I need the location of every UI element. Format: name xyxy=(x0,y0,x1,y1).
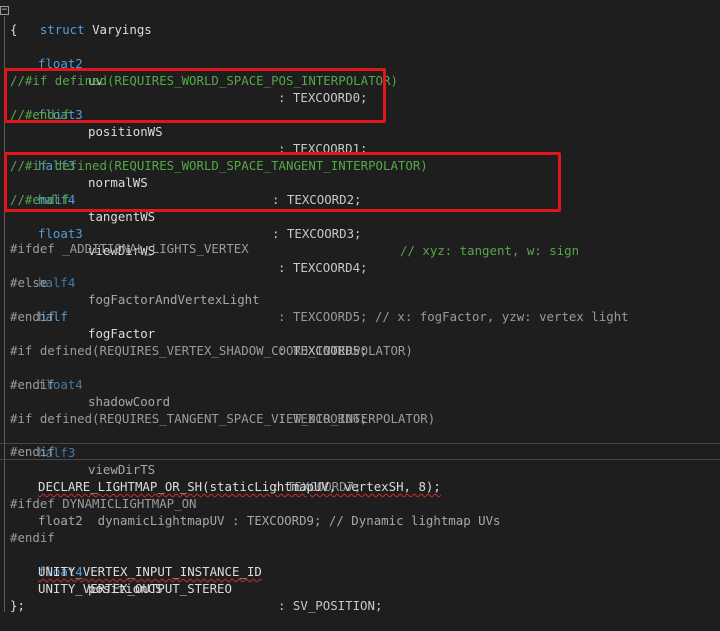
preprocessor-directive: #endif xyxy=(10,309,55,324)
code-line-2[interactable]: { xyxy=(10,21,17,38)
preprocessor-directive: #endif xyxy=(10,444,55,459)
preprocessor-directive: #if defined(REQUIRES_VERTEX_SHADOW_COORD… xyxy=(10,343,413,358)
preprocessor-directive: #endif xyxy=(10,377,55,392)
code-line-32[interactable]: #endif xyxy=(10,529,55,546)
macro-call: UNITY_VERTEX_INPUT_INSTANCE_ID xyxy=(38,564,262,579)
close-brace: }; xyxy=(10,598,25,613)
field-name: viewDirTS xyxy=(88,462,156,477)
code-line-23[interactable]: #endif xyxy=(10,376,55,393)
current-line-highlight xyxy=(0,443,720,460)
code-line-31[interactable]: float2 dynamicLightmapUV : TEXCOORD9; //… xyxy=(38,512,501,529)
field-name: positionWS xyxy=(88,124,163,139)
fold-toggle-icon[interactable]: − xyxy=(0,6,9,15)
code-line-18[interactable]: half fogFactor : TEXCOORD5; xyxy=(0,291,720,358)
code-line-19[interactable]: #endif xyxy=(10,308,55,325)
preprocessor-directive: #ifdef _ADDITIONAL_LIGHTS_VERTEX xyxy=(10,241,249,256)
macro-call: DECLARE_LIGHTMAP_OR_SH(staticLightmapUV,… xyxy=(38,479,441,494)
code-line-17[interactable]: #else xyxy=(10,274,47,291)
code-line-16[interactable]: half4 fogFactorAndVertexLight : TEXCOORD… xyxy=(0,257,720,324)
code-line-33[interactable]: float4 positionCS : SV_POSITION; xyxy=(0,546,720,613)
code-line-15[interactable]: #ifdef _ADDITIONAL_LIGHTS_VERTEX xyxy=(10,240,249,257)
code-editor[interactable]: − struct Varyings { float2 uv : TEXCOORD… xyxy=(0,0,720,622)
preprocessor-directive: #ifdef DYNAMICLIGHTMAP_ON xyxy=(10,496,197,511)
annotation-box-world-space-tangent xyxy=(4,152,561,212)
code-line-1[interactable]: struct Varyings xyxy=(10,4,152,37)
field-semantic: : TEXCOORD5; // x: fogFactor, yzw: verte… xyxy=(278,309,629,324)
macro-call: UNITY_VERTEX_OUTPUT_STEREO xyxy=(38,581,232,596)
code-line-22[interactable]: float4 shadowCoord : TEXCOORD6; xyxy=(0,359,720,426)
struct-name: Varyings xyxy=(92,22,152,37)
code-line-27[interactable]: #endif xyxy=(10,443,55,460)
field-name: fogFactor xyxy=(88,326,156,341)
open-brace: { xyxy=(10,22,18,37)
code-line-26[interactable]: half3 viewDirTS : TEXCOORD7; xyxy=(0,427,720,494)
annotation-box-world-space-pos xyxy=(4,68,386,123)
code-line-29[interactable]: DECLARE_LIGHTMAP_OR_SH(staticLightmapUV,… xyxy=(38,478,441,495)
field-semantic: : TEXCOORD3; xyxy=(272,226,362,241)
code-line-30[interactable]: #ifdef DYNAMICLIGHTMAP_ON xyxy=(10,495,197,512)
field-name: shadowCoord xyxy=(88,394,171,409)
preprocessor-directive: #endif xyxy=(10,530,55,545)
code-line-21[interactable]: #if defined(REQUIRES_VERTEX_SHADOW_COORD… xyxy=(10,342,413,359)
code-line-25[interactable]: #if defined(REQUIRES_TANGENT_SPACE_VIEW_… xyxy=(10,410,435,427)
field-semantic: : SV_POSITION; xyxy=(278,598,383,613)
code-line-35[interactable]: UNITY_VERTEX_OUTPUT_STEREO xyxy=(38,580,232,597)
preprocessor-directive: #if defined(REQUIRES_TANGENT_SPACE_VIEW_… xyxy=(10,411,436,426)
code-line-34[interactable]: UNITY_VERTEX_INPUT_INSTANCE_ID xyxy=(38,563,262,580)
code-line-3[interactable]: float2 uv : TEXCOORD0; xyxy=(0,38,720,105)
inactive-code: float2 dynamicLightmapUV : TEXCOORD9; //… xyxy=(38,513,501,528)
struct-keyword: struct xyxy=(39,22,85,37)
code-line-36[interactable]: }; xyxy=(10,597,25,614)
preprocessor-directive: #else xyxy=(10,275,48,290)
